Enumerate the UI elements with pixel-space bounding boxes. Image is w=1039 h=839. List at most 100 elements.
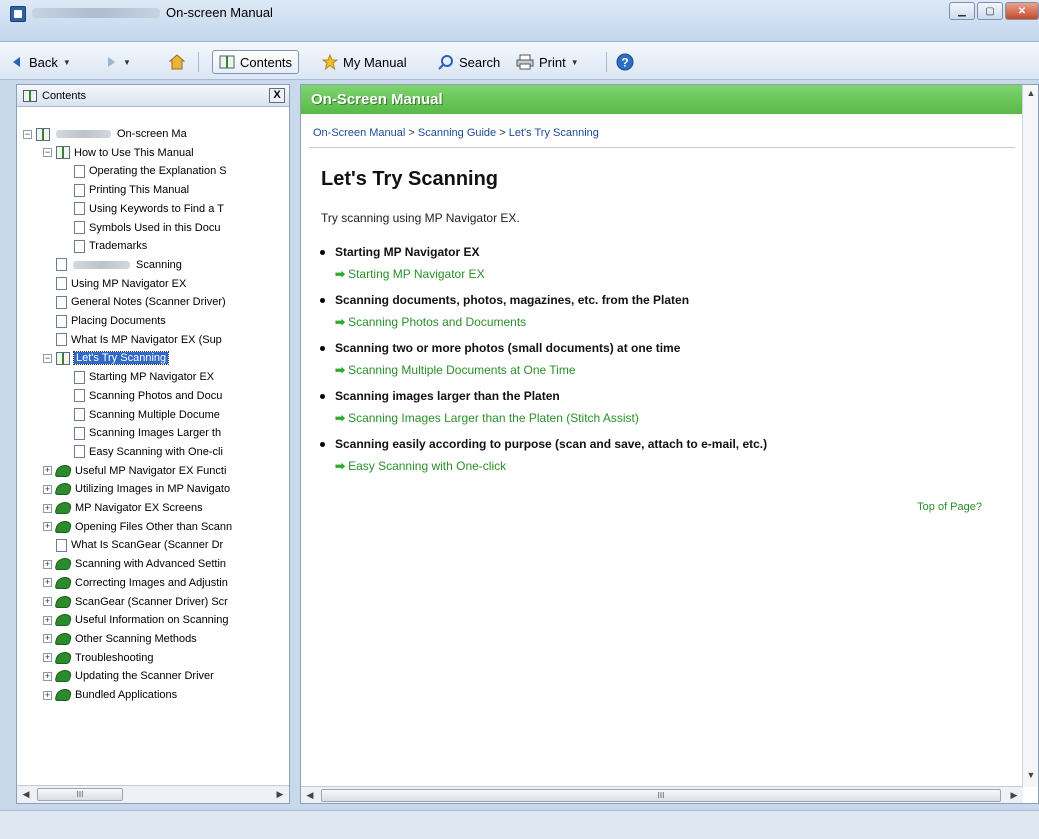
contents-panel-header: Contents X (17, 85, 289, 107)
tree-item[interactable]: + Useful MP Navigator EX Functi (43, 462, 226, 480)
breadcrumb-divider (309, 147, 1015, 148)
toolbar-separator (606, 52, 607, 72)
status-bar (0, 810, 1039, 839)
tree-item[interactable]: − Let's Try Scanning (43, 349, 170, 367)
close-contents-button[interactable]: X (269, 88, 285, 103)
green-book-icon (54, 595, 73, 608)
green-arrow-icon: ➡ (335, 267, 346, 281)
tree-item[interactable]: Starting MP Navigator EX (61, 368, 214, 386)
tree-item[interactable]: Operating the Explanation S (61, 162, 227, 180)
tree-item[interactable]: + Opening Files Other than Scann (43, 518, 232, 536)
green-book-icon (54, 558, 73, 571)
collapse-icon[interactable]: − (43, 148, 52, 158)
tree-item[interactable]: Scanning Multiple Docume (61, 406, 220, 424)
top-of-page-link[interactable]: Top of Page? (917, 501, 982, 513)
vertical-scrollbar[interactable]: ▲ ▼ (1022, 85, 1038, 787)
tree-item[interactable]: + Updating the Scanner Driver (43, 667, 214, 685)
page-icon (74, 183, 85, 197)
topic-link[interactable]: ➡ Scanning Images Larger than the Platen … (335, 411, 639, 425)
topic-link[interactable]: ➡ Easy Scanning with One-click (335, 459, 506, 473)
tree-item[interactable]: + Troubleshooting (43, 649, 153, 667)
tree-item[interactable]: − How to Use This Manual (43, 144, 194, 162)
tree-item[interactable]: Scanning Images Larger th (61, 424, 221, 442)
back-button[interactable]: Back ▼ (10, 51, 71, 73)
manual-header: On-Screen Manual (301, 85, 1023, 114)
expand-icon[interactable]: + (43, 615, 52, 625)
tree-item[interactable]: Easy Scanning with One-cli (61, 443, 223, 461)
expand-icon[interactable]: + (43, 466, 52, 476)
tree-item[interactable]: + Other Scanning Methods (43, 630, 197, 648)
home-button[interactable] (168, 51, 186, 73)
tree-item-label: Starting MP Navigator EX (89, 371, 215, 384)
intro-text: Try scanning using MP Navigator EX. (321, 211, 520, 225)
breadcrumb-link-home[interactable]: On-Screen Manual (313, 127, 405, 139)
topic-heading: Scanning easily according to purpose (sc… (335, 437, 768, 451)
tree-item[interactable]: + Bundled Applications (43, 686, 177, 704)
expand-icon[interactable]: + (43, 597, 52, 606)
breadcrumb-link-scanning-guide[interactable]: Scanning Guide (418, 127, 496, 139)
tree-item[interactable]: Trademarks (61, 237, 147, 255)
tree-item-label: How to Use This Manual (74, 146, 194, 159)
tree-item[interactable]: Placing Documents (43, 312, 166, 330)
expand-icon[interactable]: + (43, 690, 52, 700)
close-button[interactable]: ✕ (1005, 2, 1039, 20)
expand-icon[interactable]: + (43, 503, 52, 513)
expand-icon[interactable]: + (43, 559, 52, 569)
tree-item[interactable]: General Notes (Scanner Driver) (43, 293, 226, 311)
collapse-icon[interactable]: − (23, 129, 32, 139)
chevron-down-icon[interactable]: ▼ (571, 58, 579, 67)
expand-icon[interactable]: + (43, 671, 52, 681)
scroll-right-arrow-icon[interactable]: ▶ (273, 788, 287, 801)
scroll-left-arrow-icon[interactable]: ◀ (19, 788, 33, 801)
page-icon (56, 538, 67, 552)
chevron-down-icon[interactable]: ▼ (123, 58, 131, 67)
scroll-thumb[interactable]: III (37, 788, 123, 801)
tree-item[interactable]: What Is ScanGear (Scanner Dr (43, 536, 223, 554)
scroll-right-arrow-icon[interactable]: ▶ (1007, 789, 1021, 802)
tree-item[interactable]: Using MP Navigator EX (43, 275, 186, 293)
tree-item[interactable]: + Useful Information on Scanning (43, 611, 228, 629)
topic-link[interactable]: ➡ Scanning Multiple Documents at One Time (335, 363, 576, 377)
my-manual-button[interactable]: My Manual (322, 51, 407, 73)
help-button[interactable]: ? (616, 51, 634, 73)
tree-item-label: On-screen Ma (117, 128, 187, 140)
forward-button[interactable]: ▼ (104, 51, 131, 73)
page-icon (56, 277, 67, 291)
tree-item[interactable]: + ScanGear (Scanner Driver) Scr (43, 593, 228, 611)
green-book-icon (54, 632, 73, 645)
tree-item[interactable]: Scanning Photos and Docu (61, 387, 222, 405)
horizontal-scrollbar[interactable]: ◀ III ▶ (17, 785, 289, 803)
scroll-left-arrow-icon[interactable]: ◀ (303, 789, 317, 802)
green-book-icon (54, 689, 73, 701)
tree-item[interactable]: What Is MP Navigator EX (Sup (43, 331, 222, 349)
expand-icon[interactable]: + (43, 653, 52, 663)
page-icon (74, 221, 85, 234)
maximize-button[interactable]: ▢ (977, 2, 1003, 20)
search-button[interactable]: Search (438, 51, 500, 73)
tree-item[interactable]: + Scanning with Advanced Settin (43, 555, 226, 573)
expand-icon[interactable]: + (43, 578, 52, 588)
tree-item[interactable]: + MP Navigator EX Screens (43, 499, 203, 517)
horizontal-scrollbar[interactable]: ◀ III ▶ (301, 786, 1023, 803)
collapse-icon[interactable]: − (43, 353, 52, 363)
tree-item[interactable]: Printing This Manual (61, 181, 189, 199)
tree-item[interactable]: Using Keywords to Find a T (61, 200, 224, 218)
tree-item[interactable]: + Correcting Images and Adjustin (43, 574, 228, 592)
contents-button[interactable]: Contents (212, 50, 300, 74)
forward-arrow-icon (108, 57, 115, 67)
print-button[interactable]: Print ▼ (516, 51, 579, 73)
tree-item[interactable]: + Utilizing Images in MP Navigato (43, 480, 230, 498)
chevron-down-icon[interactable]: ▼ (63, 58, 71, 67)
scroll-thumb[interactable]: III (321, 789, 1001, 802)
minimize-button[interactable]: ▁ (949, 2, 975, 20)
tree-item[interactable]: − On-screen Ma (23, 125, 187, 143)
expand-icon[interactable]: + (43, 484, 52, 494)
scroll-up-arrow-icon[interactable]: ▲ (1024, 87, 1038, 100)
topic-link[interactable]: ➡ Starting MP Navigator EX (335, 267, 485, 281)
expand-icon[interactable]: + (43, 522, 52, 532)
tree-item[interactable]: Scanning (43, 256, 182, 274)
topic-link[interactable]: ➡ Scanning Photos and Documents (335, 315, 526, 329)
tree-item[interactable]: Symbols Used in this Docu (61, 219, 220, 237)
scroll-down-arrow-icon[interactable]: ▼ (1024, 769, 1038, 782)
expand-icon[interactable]: + (43, 634, 52, 644)
